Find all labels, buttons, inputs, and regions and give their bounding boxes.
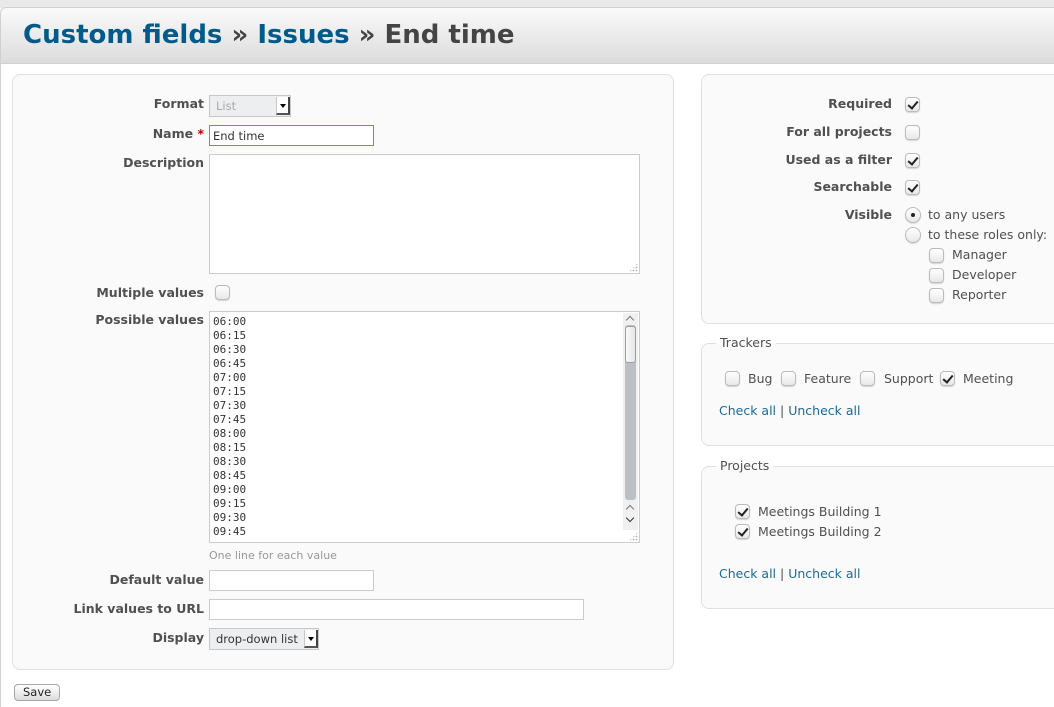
chevron-down-icon (276, 97, 290, 115)
for-all-projects-label: For all projects (786, 124, 892, 139)
chevron-down-icon (304, 630, 318, 648)
possible-value-line: 09:00 (213, 483, 247, 496)
searchable-checkbox[interactable] (905, 180, 920, 195)
possible-value-line: 07:15 (213, 385, 247, 398)
format-label: Format (153, 96, 204, 111)
possible-values-hint: One line for each value (209, 549, 337, 562)
tracker-support-label: Support (884, 371, 934, 386)
name-label: Name * (152, 126, 204, 141)
role-reporter-label: Reporter (952, 287, 1007, 302)
role-manager-label: Manager (952, 247, 1007, 262)
possible-value-line: 06:30 (213, 343, 247, 356)
scroll-up-icon[interactable] (626, 503, 635, 512)
possible-value-line: 08:45 (213, 469, 247, 482)
tracker-bug-label: Bug (748, 371, 773, 386)
project-1-label: Meetings Building 1 (758, 504, 882, 519)
page-header: Custom fields » Issues » End time (0, 7, 1054, 64)
breadcrumb-issues[interactable]: Issues (257, 20, 349, 50)
multiple-values-checkbox[interactable] (215, 285, 230, 300)
required-label: Required (828, 96, 892, 111)
used-as-filter-label: Used as a filter (785, 152, 892, 167)
possible-value-line: 08:15 (213, 441, 247, 454)
used-as-filter-checkbox[interactable] (905, 153, 920, 168)
default-value-label: Default value (109, 572, 204, 587)
possible-value-line: 09:30 (213, 511, 247, 524)
breadcrumb-separator: » (231, 20, 249, 50)
description-label: Description (123, 155, 204, 170)
multiple-values-label: Multiple values (96, 285, 204, 300)
trackers-toggle-links: Check all | Uncheck all (719, 403, 860, 418)
tracker-support-checkbox[interactable] (860, 371, 875, 386)
link-separator: | (780, 403, 785, 418)
possible-value-line: 06:00 (213, 315, 247, 328)
possible-value-line: 06:45 (213, 357, 247, 370)
options-panel: Required For all projects Used as a filt… (701, 74, 1054, 324)
tracker-meeting-checkbox[interactable] (940, 371, 955, 386)
possible-values-textarea[interactable]: 06:00 06:15 06:30 06:45 07:00 07:15 07:30 07:45… (209, 311, 640, 543)
projects-legend: Projects (716, 458, 774, 473)
required-mark: * (197, 126, 204, 141)
link-values-url-input[interactable] (209, 599, 584, 620)
visible-label: Visible (844, 207, 892, 222)
tracker-meeting-label: Meeting (963, 371, 1014, 386)
role-manager-checkbox[interactable] (929, 248, 944, 263)
breadcrumb-separator: » (358, 20, 376, 50)
project-1-checkbox[interactable] (735, 504, 750, 519)
tracker-bug-checkbox[interactable] (725, 371, 740, 386)
description-textarea[interactable] (209, 154, 640, 274)
possible-value-line: 06:15 (213, 329, 247, 342)
format-value: List (216, 99, 237, 113)
scroll-up-icon[interactable] (626, 314, 635, 323)
resize-grip-icon[interactable] (629, 263, 638, 272)
possible-value-line: 09:45 (213, 525, 247, 538)
trackers-legend: Trackers (716, 335, 776, 350)
breadcrumb-custom-fields[interactable]: Custom fields (23, 20, 222, 50)
display-label: Display (152, 630, 204, 645)
projects-uncheck-all-link[interactable]: Uncheck all (788, 566, 860, 581)
project-2-label: Meetings Building 2 (758, 524, 882, 539)
role-developer-checkbox[interactable] (929, 268, 944, 283)
trackers-uncheck-all-link[interactable]: Uncheck all (788, 403, 860, 418)
projects-toggle-links: Check all | Uncheck all (719, 566, 860, 581)
name-input[interactable]: End time (209, 125, 374, 146)
display-value: drop-down list (216, 632, 298, 646)
required-checkbox[interactable] (905, 97, 920, 112)
projects-fieldset: Projects Meetings Building 1 Meetings Bu… (701, 458, 1054, 609)
possible-value-line: 08:00 (213, 427, 247, 440)
tracker-feature-checkbox[interactable] (781, 371, 796, 386)
role-developer-label: Developer (952, 267, 1017, 282)
possible-value-line: 07:45 (213, 413, 247, 426)
scroll-down-icon[interactable] (626, 515, 635, 524)
field-settings-panel: Format List Name * End time Description … (12, 74, 674, 670)
possible-values-label: Possible values (95, 312, 204, 327)
resize-grip-icon[interactable] (629, 532, 638, 541)
link-separator: | (780, 566, 785, 581)
possible-value-line: 07:00 (213, 371, 247, 384)
format-select[interactable]: List (209, 95, 291, 117)
visible-any-users-label: to any users (928, 207, 1006, 222)
visible-roles-label: to these roles only: (928, 227, 1048, 242)
page-title: End time (384, 20, 515, 50)
searchable-label: Searchable (813, 179, 892, 194)
breadcrumb: Custom fields » Issues » End time (23, 20, 515, 50)
possible-value-line: 07:30 (213, 399, 247, 412)
link-values-label: Link values to URL (73, 601, 204, 616)
role-reporter-checkbox[interactable] (929, 288, 944, 303)
scrollbar[interactable] (623, 313, 638, 530)
visible-roles-radio[interactable] (905, 227, 921, 243)
possible-value-line: 08:30 (213, 455, 247, 468)
projects-check-all-link[interactable]: Check all (719, 566, 776, 581)
for-all-projects-checkbox[interactable] (905, 125, 920, 140)
trackers-fieldset: Trackers Bug Feature Support Meeting Che… (701, 335, 1054, 446)
save-button[interactable]: Save (14, 684, 61, 701)
scrollbar-thumb[interactable] (625, 326, 636, 363)
project-2-checkbox[interactable] (735, 524, 750, 539)
visible-any-users-radio[interactable] (905, 207, 921, 223)
possible-values-list: 06:00 06:15 06:30 06:45 07:00 07:15 07:30 07:45… (213, 315, 246, 539)
display-select[interactable]: drop-down list (209, 628, 319, 650)
default-value-input[interactable] (209, 570, 374, 591)
tracker-feature-label: Feature (804, 371, 852, 386)
possible-value-line: 09:15 (213, 497, 247, 510)
trackers-check-all-link[interactable]: Check all (719, 403, 776, 418)
